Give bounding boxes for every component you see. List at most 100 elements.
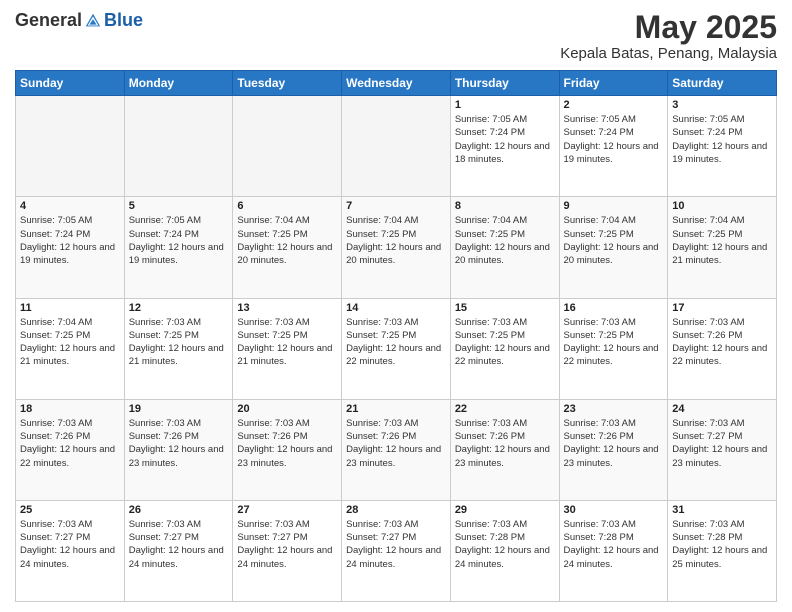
day-info: Sunrise: 7:05 AMSunset: 7:24 PMDaylight:… — [564, 113, 664, 166]
day-number: 20 — [237, 403, 337, 415]
calendar-day-header: Tuesday — [233, 71, 342, 96]
day-info: Sunrise: 7:05 AMSunset: 7:24 PMDaylight:… — [129, 214, 229, 267]
calendar-day-cell: 7 Sunrise: 7:04 AMSunset: 7:25 PMDaylight… — [342, 197, 451, 298]
logo-blue: Blue — [104, 10, 143, 31]
calendar-day-cell: 11 Sunrise: 7:04 AMSunset: 7:25 PMDayligh… — [16, 298, 125, 399]
calendar-day-cell: 20 Sunrise: 7:03 AMSunset: 7:26 PMDayligh… — [233, 399, 342, 500]
day-info: Sunrise: 7:03 AMSunset: 7:26 PMDaylight:… — [237, 417, 337, 470]
calendar-day-cell: 18Sunrise: 7:03 AMSunset: 7:26 PMDayligh… — [16, 399, 125, 500]
day-info: Sunrise: 7:03 AMSunset: 7:25 PMDaylight:… — [564, 316, 664, 369]
day-number: 14 — [346, 302, 446, 314]
day-number: 8 — [455, 200, 555, 212]
day-number: 15 — [455, 302, 555, 314]
calendar-day-cell: 8 Sunrise: 7:04 AMSunset: 7:25 PMDaylight… — [450, 197, 559, 298]
day-info: Sunrise: 7:03 AMSunset: 7:27 PMDaylight:… — [129, 518, 229, 571]
calendar-table: SundayMondayTuesdayWednesdayThursdayFrid… — [15, 70, 777, 602]
day-number: 26 — [129, 504, 229, 516]
calendar-week-row: 25Sunrise: 7:03 AMSunset: 7:27 PMDayligh… — [16, 500, 777, 601]
calendar-day-cell: 9Sunrise: 7:04 AMSunset: 7:25 PMDaylight… — [559, 197, 668, 298]
day-info: Sunrise: 7:03 AMSunset: 7:27 PMDaylight:… — [20, 518, 120, 571]
calendar-day-cell: 2 Sunrise: 7:05 AMSunset: 7:24 PMDaylight… — [559, 96, 668, 197]
calendar-week-row: 18Sunrise: 7:03 AMSunset: 7:26 PMDayligh… — [16, 399, 777, 500]
day-info: Sunrise: 7:05 AMSunset: 7:24 PMDaylight:… — [672, 113, 772, 166]
day-info: Sunrise: 7:03 AMSunset: 7:26 PMDaylight:… — [129, 417, 229, 470]
title-block: May 2025 Kepala Batas, Penang, Malaysia — [560, 10, 777, 62]
day-number: 23 — [564, 403, 664, 415]
calendar-day-cell: 30 Sunrise: 7:03 AMSunset: 7:28 PMDayligh… — [559, 500, 668, 601]
day-info: Sunrise: 7:04 AMSunset: 7:25 PMDaylight:… — [20, 316, 120, 369]
day-number: 3 — [672, 99, 772, 111]
calendar-day-cell: 31 Sunrise: 7:03 AMSunset: 7:28 PMDayligh… — [668, 500, 777, 601]
logo-general: General — [15, 10, 82, 31]
day-number: 16 — [564, 302, 664, 314]
calendar-day-cell: 16 Sunrise: 7:03 AMSunset: 7:25 PMDayligh… — [559, 298, 668, 399]
day-number: 4 — [20, 200, 120, 212]
day-number: 12 — [129, 302, 229, 314]
header: General Blue May 2025 Kepala Batas, Pena… — [15, 10, 777, 62]
day-info: Sunrise: 7:04 AMSunset: 7:25 PMDaylight:… — [672, 214, 772, 267]
day-info: Sunrise: 7:03 AMSunset: 7:25 PMDaylight:… — [346, 316, 446, 369]
day-number: 28 — [346, 504, 446, 516]
calendar-day-header: Thursday — [450, 71, 559, 96]
calendar-day-cell: 13Sunrise: 7:03 AMSunset: 7:25 PMDayligh… — [233, 298, 342, 399]
day-info: Sunrise: 7:03 AMSunset: 7:28 PMDaylight:… — [564, 518, 664, 571]
calendar-day-cell: 24 Sunrise: 7:03 AMSunset: 7:27 PMDayligh… — [668, 399, 777, 500]
calendar-week-row: 1 Sunrise: 7:05 AMSunset: 7:24 PMDaylight… — [16, 96, 777, 197]
calendar-day-cell: 15 Sunrise: 7:03 AMSunset: 7:25 PMDayligh… — [450, 298, 559, 399]
calendar-week-row: 4 Sunrise: 7:05 AMSunset: 7:24 PMDaylight… — [16, 197, 777, 298]
day-info: Sunrise: 7:03 AMSunset: 7:26 PMDaylight:… — [20, 417, 120, 470]
month-title: May 2025 — [560, 10, 777, 45]
calendar-day-cell: 19 Sunrise: 7:03 AMSunset: 7:26 PMDayligh… — [124, 399, 233, 500]
calendar-day-cell: 14 Sunrise: 7:03 AMSunset: 7:25 PMDayligh… — [342, 298, 451, 399]
calendar-day-cell: 10Sunrise: 7:04 AMSunset: 7:25 PMDayligh… — [668, 197, 777, 298]
day-number: 11 — [20, 302, 120, 314]
calendar-week-row: 11 Sunrise: 7:04 AMSunset: 7:25 PMDayligh… — [16, 298, 777, 399]
day-number: 9 — [564, 200, 664, 212]
day-info: Sunrise: 7:03 AMSunset: 7:28 PMDaylight:… — [455, 518, 555, 571]
calendar-day-cell: 23 Sunrise: 7:03 AMSunset: 7:26 PMDayligh… — [559, 399, 668, 500]
day-info: Sunrise: 7:04 AMSunset: 7:25 PMDaylight:… — [346, 214, 446, 267]
day-info: Sunrise: 7:03 AMSunset: 7:25 PMDaylight:… — [455, 316, 555, 369]
logo: General Blue — [15, 10, 143, 31]
calendar-day-cell: 29 Sunrise: 7:03 AMSunset: 7:28 PMDayligh… — [450, 500, 559, 601]
day-info: Sunrise: 7:03 AMSunset: 7:27 PMDaylight:… — [672, 417, 772, 470]
day-number: 1 — [455, 99, 555, 111]
day-info: Sunrise: 7:03 AMSunset: 7:26 PMDaylight:… — [564, 417, 664, 470]
day-number: 2 — [564, 99, 664, 111]
day-info: Sunrise: 7:03 AMSunset: 7:28 PMDaylight:… — [672, 518, 772, 571]
day-info: Sunrise: 7:03 AMSunset: 7:26 PMDaylight:… — [672, 316, 772, 369]
day-number: 24 — [672, 403, 772, 415]
day-number: 19 — [129, 403, 229, 415]
logo-text: General Blue — [15, 10, 143, 31]
day-info: Sunrise: 7:04 AMSunset: 7:25 PMDaylight:… — [237, 214, 337, 267]
calendar-day-cell: 21Sunrise: 7:03 AMSunset: 7:26 PMDayligh… — [342, 399, 451, 500]
day-number: 5 — [129, 200, 229, 212]
day-info: Sunrise: 7:03 AMSunset: 7:27 PMDaylight:… — [346, 518, 446, 571]
day-number: 29 — [455, 504, 555, 516]
day-number: 27 — [237, 504, 337, 516]
page: General Blue May 2025 Kepala Batas, Pena… — [0, 0, 792, 612]
day-number: 22 — [455, 403, 555, 415]
logo-icon — [84, 12, 102, 30]
day-number: 7 — [346, 200, 446, 212]
day-number: 31 — [672, 504, 772, 516]
calendar-day-cell — [16, 96, 125, 197]
calendar-day-header: Monday — [124, 71, 233, 96]
calendar-day-cell — [233, 96, 342, 197]
calendar-day-cell: 12 Sunrise: 7:03 AMSunset: 7:25 PMDayligh… — [124, 298, 233, 399]
calendar-day-cell: 17 Sunrise: 7:03 AMSunset: 7:26 PMDayligh… — [668, 298, 777, 399]
calendar-day-cell: 27Sunrise: 7:03 AMSunset: 7:27 PMDayligh… — [233, 500, 342, 601]
day-number: 6 — [237, 200, 337, 212]
location-title: Kepala Batas, Penang, Malaysia — [560, 45, 777, 62]
calendar-day-header: Wednesday — [342, 71, 451, 96]
calendar-day-header: Sunday — [16, 71, 125, 96]
calendar-day-cell: 25Sunrise: 7:03 AMSunset: 7:27 PMDayligh… — [16, 500, 125, 601]
calendar-day-cell: 26 Sunrise: 7:03 AMSunset: 7:27 PMDayligh… — [124, 500, 233, 601]
day-number: 30 — [564, 504, 664, 516]
calendar-header-row: SundayMondayTuesdayWednesdayThursdayFrid… — [16, 71, 777, 96]
day-info: Sunrise: 7:03 AMSunset: 7:25 PMDaylight:… — [129, 316, 229, 369]
day-number: 17 — [672, 302, 772, 314]
calendar-day-cell: 4Sunrise: 7:05 AMSunset: 7:24 PMDaylight… — [16, 197, 125, 298]
day-info: Sunrise: 7:03 AMSunset: 7:26 PMDaylight:… — [455, 417, 555, 470]
day-info: Sunrise: 7:04 AMSunset: 7:25 PMDaylight:… — [455, 214, 555, 267]
